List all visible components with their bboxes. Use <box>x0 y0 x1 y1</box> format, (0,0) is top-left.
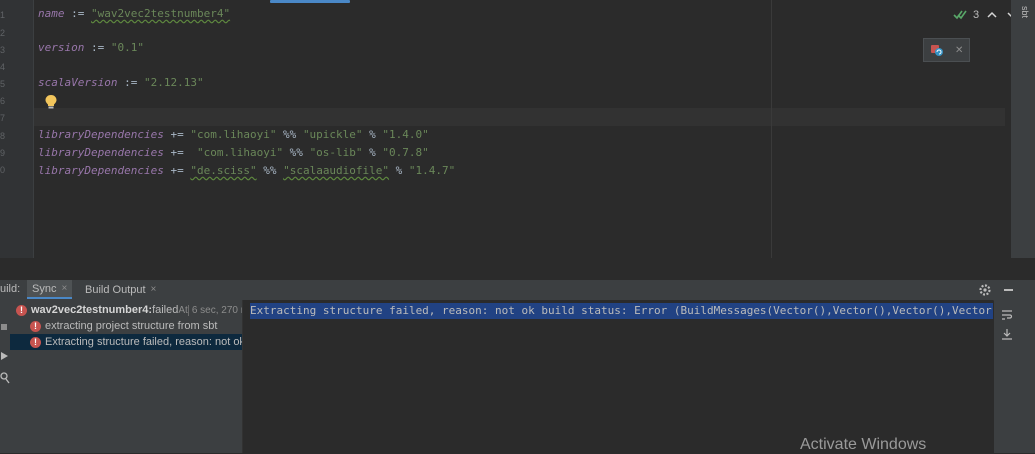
minimize-icon[interactable] <box>1004 289 1013 291</box>
string-literal: "de.sciss" <box>190 164 257 177</box>
error-icon: ! <box>16 304 27 316</box>
operator: %% <box>256 164 284 177</box>
search-icon[interactable] <box>0 372 10 384</box>
line-number: 4 <box>0 62 6 72</box>
activate-windows-watermark: Activate Windows <box>800 436 927 453</box>
code-line[interactable]: name := "wav2vec2testnumber4" <box>38 7 230 21</box>
operator: += <box>163 164 191 177</box>
tree-item-selected[interactable]: ! Extracting structure failed, reason: n… <box>10 334 242 350</box>
operator: % <box>362 146 383 159</box>
console-toolbar <box>994 300 1035 453</box>
tree-item-label: extracting project structure from sbt <box>45 320 218 332</box>
operator: %% <box>276 128 303 141</box>
project-name: wav2vec2testnumber4: <box>31 304 153 316</box>
code-line[interactable]: scalaVersion := "2.12.13" <box>38 76 204 90</box>
string-literal: "upickle" <box>302 128 363 141</box>
tab-label: Build Output <box>85 283 146 296</box>
build-tool-label: uild: <box>0 283 21 295</box>
operator: := <box>64 7 91 20</box>
operator: += <box>163 146 197 159</box>
code-line[interactable]: libraryDependencies += "com.lihaoyi" %% … <box>38 146 429 160</box>
string-literal: "1.4.0" <box>382 128 429 141</box>
right-tool-stripe <box>1011 0 1035 258</box>
build-side-toolbar <box>0 300 10 453</box>
code-line[interactable]: version := "0.1" <box>38 41 144 55</box>
panel-divider[interactable] <box>0 258 1035 280</box>
string-literal: "2.12.13" <box>143 76 204 89</box>
operator: := <box>117 76 144 89</box>
error-icon: ! <box>30 336 41 348</box>
operator: += <box>163 128 191 141</box>
setting-key: name <box>38 7 65 20</box>
string-literal: "com.lihaoyi" <box>190 128 277 141</box>
string-literal: "wav2vec2testnumber4" <box>91 7 231 20</box>
setting-key: libraryDependencies <box>38 164 164 177</box>
double-check-icon <box>953 10 967 20</box>
caret-row-highlight <box>34 108 1005 126</box>
sync-tree[interactable]: ! wav2vec2testnumber4: failed At 6 sec, … <box>10 300 243 453</box>
gear-icon[interactable] <box>978 283 992 297</box>
console-error-line[interactable]: Extracting structure failed, reason: not… <box>250 303 993 319</box>
sbt-reload-popup[interactable]: ✕ <box>923 38 970 62</box>
line-number: 5 <box>0 79 6 89</box>
pin-icon[interactable] <box>0 351 10 361</box>
editor-tab-indicator <box>270 0 350 3</box>
stop-icon[interactable] <box>0 322 10 332</box>
close-icon[interactable]: × <box>151 284 157 295</box>
tab-build-output[interactable]: Build Output × <box>80 280 161 299</box>
string-literal: "0.1" <box>110 41 144 54</box>
line-number: 0 <box>0 165 6 175</box>
string-literal: "1.4.7" <box>408 164 456 177</box>
operator: % <box>362 128 383 141</box>
right-margin-guide <box>771 0 772 258</box>
at-label: At <box>178 304 188 316</box>
setting-key: scalaVersion <box>38 76 118 89</box>
setting-key: version <box>38 41 85 54</box>
soft-wrap-icon[interactable] <box>1001 309 1013 321</box>
string-literal: "com.lihaoyi" <box>196 146 284 159</box>
chevron-up-icon[interactable] <box>985 8 999 22</box>
string-literal: "0.7.8" <box>382 146 429 159</box>
close-icon[interactable]: × <box>61 283 67 294</box>
tree-item[interactable]: ! extracting project structure from sbt <box>30 318 242 334</box>
line-number: 1 <box>0 10 6 20</box>
line-number: 6 <box>0 96 6 106</box>
scroll-to-end-icon[interactable] <box>1001 328 1013 340</box>
close-icon[interactable]: ✕ <box>955 45 963 56</box>
line-number: 3 <box>0 45 6 55</box>
line-number: 7 <box>0 113 6 123</box>
status-text: failed <box>152 304 179 316</box>
operator: %% <box>283 146 310 159</box>
setting-key: libraryDependencies <box>38 146 164 159</box>
tree-root[interactable]: ! wav2vec2testnumber4: failed At 6 sec, … <box>16 302 242 318</box>
editor-gutter: 1 2 3 4 5 6 7 8 9 0 <box>0 0 33 258</box>
string-literal: "os-lib" <box>309 146 363 159</box>
operator: % <box>389 164 409 177</box>
tree-item-label: Extracting structure failed, reason: not… <box>45 336 242 348</box>
build-console[interactable]: Extracting structure failed, reason: not… <box>243 300 993 453</box>
sbt-tool-window-label[interactable]: sbt <box>1020 6 1030 18</box>
string-literal: "scalaaudiofile" <box>283 164 390 177</box>
line-number: 9 <box>0 148 6 158</box>
sbt-reload-icon[interactable] <box>930 43 944 57</box>
inspection-count: 3 <box>973 9 980 21</box>
code-editor[interactable]: name := "wav2vec2testnumber4" version :=… <box>34 0 1035 258</box>
duration-text: 6 sec, 270 ms <box>187 304 242 316</box>
operator: := <box>84 41 111 54</box>
setting-key: libraryDependencies <box>38 128 164 141</box>
error-icon: ! <box>30 320 41 332</box>
line-number: 2 <box>0 28 6 38</box>
build-toolbar: uild: Sync × Build Output × <box>0 280 1035 301</box>
code-line[interactable]: libraryDependencies += "com.lihaoyi" %% … <box>38 128 429 142</box>
inspection-widget[interactable]: 3 <box>953 8 1019 22</box>
tab-label: Sync <box>32 282 57 295</box>
tab-sync[interactable]: Sync × <box>27 280 73 299</box>
line-number: 8 <box>0 131 6 141</box>
code-line[interactable]: libraryDependencies += "de.sciss" %% "sc… <box>38 164 455 178</box>
lightbulb-icon[interactable] <box>44 94 58 110</box>
